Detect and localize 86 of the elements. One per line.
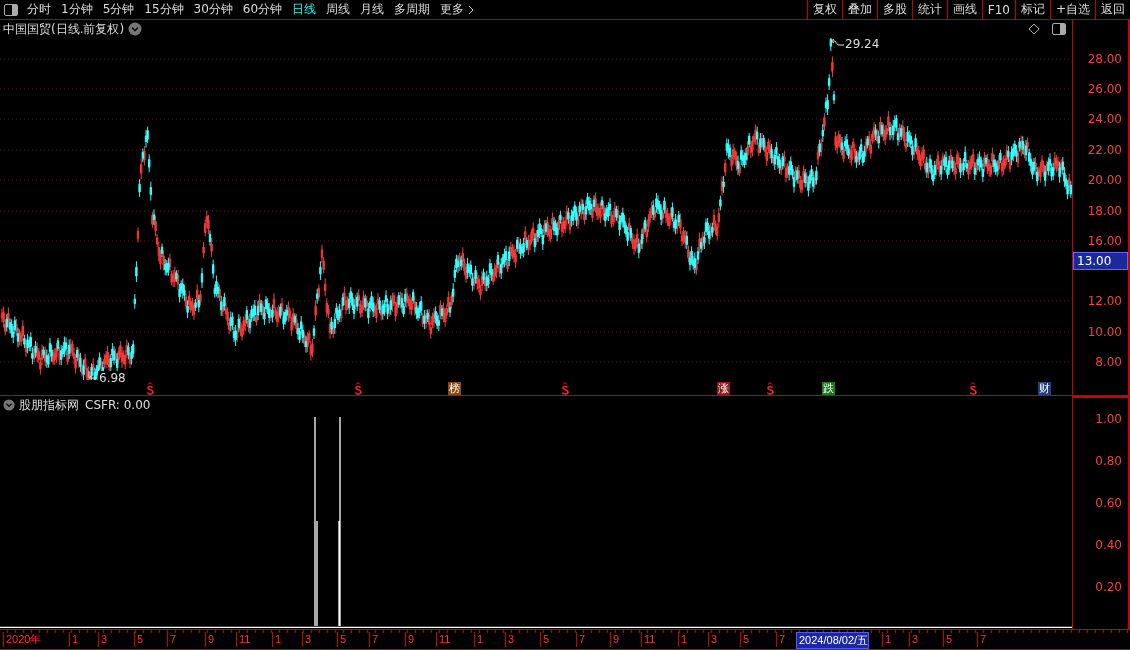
event-badge[interactable]: 榜 [448,382,461,395]
s-marker-icon[interactable] [561,382,569,395]
toolbar-button[interactable]: 叠加 [841,0,877,19]
toolbar-button[interactable]: F10 [981,0,1015,19]
period-tab[interactable]: 15分钟 [139,0,189,19]
price-tick-label: 28.00 [1087,51,1122,67]
period-tab[interactable]: 60分钟 [237,0,288,19]
period-tab[interactable]: 多周期 [389,0,436,19]
indicator-tick-label: 0.80 [1095,453,1122,469]
s-marker-icon[interactable] [146,382,154,395]
date-label: 9 [405,632,415,647]
period-tab[interactable]: 周线 [321,0,356,19]
date-label: 11 [236,632,251,647]
date-label: 11 [641,632,656,647]
date-label: 5 [337,632,347,647]
date-label: 1 [882,632,892,647]
date-label: 2024/08/02/五 [796,632,870,649]
price-tick-label: 26.00 [1087,81,1122,97]
date-label: 3 [505,632,515,647]
date-label: 5 [943,632,953,647]
price-tick-label: 12.00 [1087,293,1122,309]
period-tab[interactable]: 1分钟 [56,0,98,19]
period-tab[interactable]: 更多 [435,0,480,19]
event-badge[interactable]: 跌 [822,382,835,395]
low-price-label: 6.98 [98,371,127,385]
date-label: 11 [436,632,451,647]
date-label: 9 [205,632,215,647]
period-tab[interactable]: 5分钟 [97,0,140,19]
date-label: 1 [678,632,688,647]
date-label: 7 [576,632,586,647]
period-tab[interactable]: 30分钟 [188,0,238,19]
date-label: 3 [708,632,718,647]
panel-toggle-icon[interactable] [4,4,18,16]
s-marker-icon[interactable] [969,382,977,395]
period-tab[interactable]: 分时 [22,0,56,19]
price-tick-label: 20.00 [1087,172,1122,188]
period-tab[interactable]: 月线 [355,0,390,19]
date-label: 7 [369,632,379,647]
event-badge[interactable]: 财 [1038,382,1051,395]
date-label: 3 [909,632,919,647]
indicator-reading: CSFR: 0.00 [85,398,151,412]
toolbar-button[interactable]: +自选 [1049,0,1095,19]
date-label: 5 [740,632,750,647]
dropdown-icon[interactable] [128,22,143,36]
diamond-icon[interactable] [1028,23,1040,35]
toolbar-button[interactable]: 复权 [806,0,842,19]
toolbar-button[interactable]: 多股 [876,0,912,19]
toolbar-button[interactable]: 返回 [1095,0,1130,19]
date-label: 1 [69,632,79,647]
date-label: 7 [776,632,786,647]
date-label: 3 [98,632,108,647]
panel-toggle-icon[interactable] [1052,23,1066,35]
leader-line [830,39,844,47]
date-label: 3 [302,632,312,647]
toolbar-button[interactable]: 画线 [946,0,982,19]
price-tick-label: 10.00 [1087,324,1122,340]
price-tick-label: 22.00 [1087,142,1122,158]
dropdown-icon[interactable] [3,399,15,411]
chevron-right-icon[interactable] [468,4,475,15]
date-label: 2020年 [3,632,42,647]
date-label: 1 [474,632,484,647]
date-label: 5 [134,632,144,647]
price-tick-label: 8.00 [1095,354,1122,370]
date-label: 7 [977,632,987,647]
date-label: 5 [540,632,550,647]
date-label: 1 [272,632,282,647]
s-marker-icon[interactable] [354,382,362,395]
s-marker-icon[interactable] [766,382,774,395]
leader-line [88,371,98,379]
price-tick-label: 24.00 [1087,111,1122,127]
indicator-tick-label: 0.20 [1095,579,1122,595]
indicator-tick-label: 0.60 [1095,495,1122,511]
toolbar-button[interactable]: 统计 [911,0,947,19]
toolbar-button[interactable]: 标记 [1014,0,1050,19]
price-tick-label: 16.00 [1087,233,1122,249]
indicator-tick-label: 1.00 [1095,411,1122,427]
price-tick-label: 18.00 [1087,203,1122,219]
event-badge[interactable]: 涨 [717,382,730,395]
indicator-tick-label: 0.40 [1095,537,1122,553]
period-tab[interactable]: 日线 [287,0,322,19]
indicator-name: 股朋指标网 [19,396,79,414]
chart-title: 中国国贸(日线.前复权) [3,20,125,38]
date-label: 7 [167,632,177,647]
high-price-label: 29.24 [845,37,880,51]
date-label: 9 [610,632,620,647]
current-price-label: 13.00 [1073,252,1128,270]
